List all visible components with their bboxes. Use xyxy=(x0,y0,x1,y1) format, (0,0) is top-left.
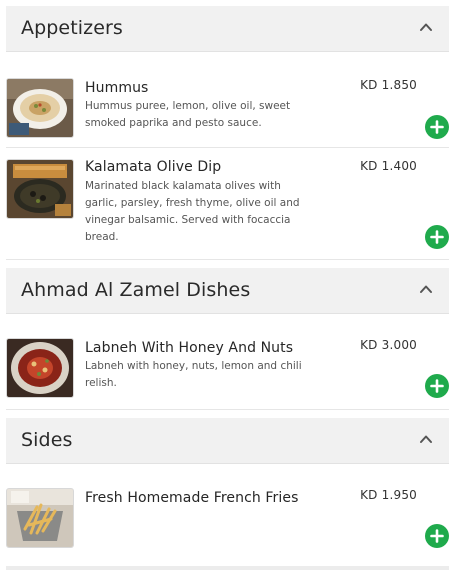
menu-item-labneh-with-honey-and-nuts[interactable]: Labneh With Honey And Nuts Labneh with h… xyxy=(6,338,449,410)
item-name: Fresh Homemade French Fries xyxy=(85,490,299,506)
section-title: Sides xyxy=(21,429,73,451)
plus-icon xyxy=(430,379,444,393)
plus-icon xyxy=(430,120,444,134)
section-title: Appetizers xyxy=(21,17,123,39)
menu-item-kalamata-olive-dip[interactable]: Kalamata Olive Dip Marinated black kalam… xyxy=(6,159,449,260)
add-to-cart-button[interactable] xyxy=(425,225,449,249)
french-fries-image xyxy=(6,488,74,548)
menu-item-hummus[interactable]: Hummus Hummus puree, lemon, olive oil, s… xyxy=(6,78,449,148)
item-price: KD 3.000 xyxy=(360,338,417,352)
item-description: Marinated black kalamata olives with gar… xyxy=(85,180,300,243)
add-to-cart-button[interactable] xyxy=(425,115,449,139)
item-name: Kalamata Olive Dip xyxy=(85,159,222,175)
add-to-cart-button[interactable] xyxy=(425,524,449,548)
plus-icon xyxy=(430,529,444,543)
item-name: Labneh With Honey And Nuts xyxy=(85,340,294,356)
menu-item-fresh-homemade-french-fries[interactable]: Fresh Homemade French Fries KD 1.950 xyxy=(6,488,449,560)
chevron-up-icon[interactable] xyxy=(419,432,433,446)
add-to-cart-button[interactable] xyxy=(425,374,449,398)
item-description: Hummus puree, lemon, olive oil, sweet sm… xyxy=(85,100,291,129)
section-title: Ahmad Al Zamel Dishes xyxy=(21,279,251,301)
labneh-plate-image xyxy=(6,338,74,398)
divider xyxy=(6,566,449,570)
chevron-up-icon[interactable] xyxy=(419,20,433,34)
item-name: Hummus xyxy=(85,80,149,96)
olive-dip-image xyxy=(6,159,74,219)
item-price: KD 1.850 xyxy=(360,78,417,92)
chevron-up-icon[interactable] xyxy=(419,282,433,296)
section-header-sides[interactable]: Sides xyxy=(6,418,449,464)
item-price: KD 1.950 xyxy=(360,488,417,502)
plus-icon xyxy=(430,230,444,244)
section-header-ahmad-al-zamel-dishes[interactable]: Ahmad Al Zamel Dishes xyxy=(6,268,449,314)
item-price: KD 1.400 xyxy=(360,159,417,173)
hummus-bowl-image xyxy=(6,78,74,138)
section-header-appetizers[interactable]: Appetizers xyxy=(6,6,449,52)
item-description: Labneh with honey, nuts, lemon and chili… xyxy=(85,360,302,389)
